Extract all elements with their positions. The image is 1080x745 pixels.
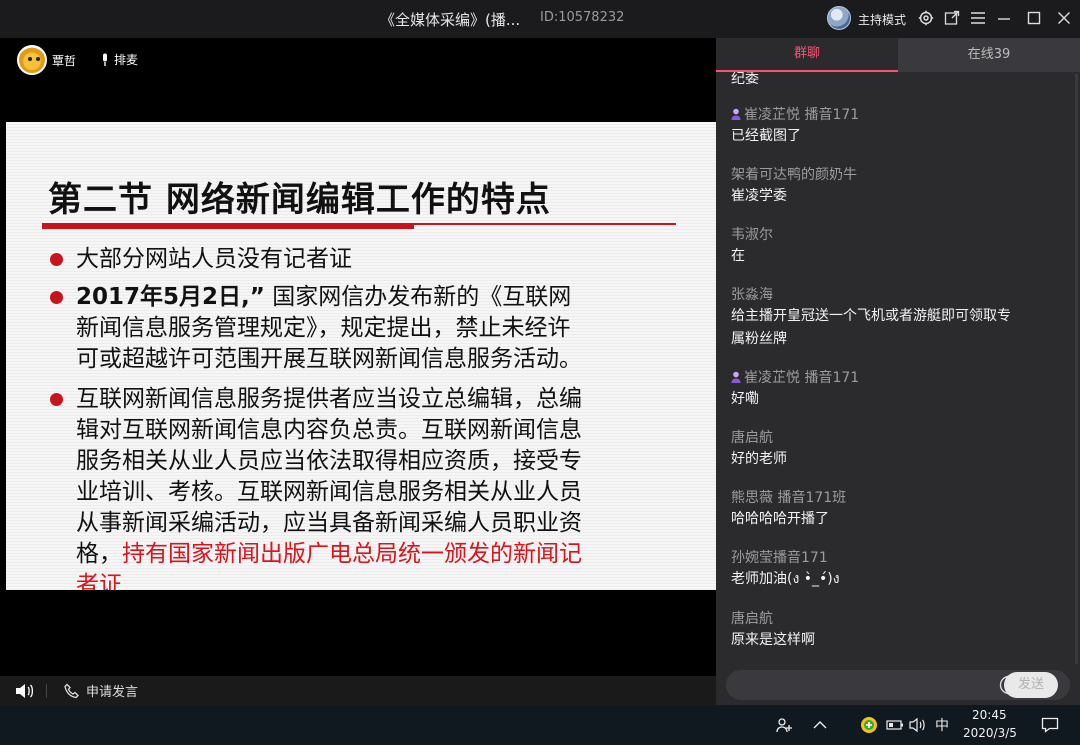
slide-bullet-2-line2: 新闻信息服务管理规定》，规定提出，禁止未经许 (76, 315, 571, 341)
chat-author-name: 崔凌芷悦 播音171 (744, 370, 860, 386)
menu-icon[interactable] (968, 8, 988, 28)
chat-message-text: 崔凌学委 (731, 188, 787, 204)
chat-message-author: 孙婉莹播音171 (731, 550, 828, 566)
chat-message-author: 韦淑尔 (731, 227, 773, 243)
bullet-dot (50, 253, 63, 266)
tab-group-chat-label: 群聊 (793, 46, 820, 61)
apply-speak-label: 申请发言 (86, 685, 139, 700)
chat-message-text: 在 (731, 248, 745, 264)
maximize-icon[interactable] (1024, 8, 1044, 28)
microphone-icon (103, 53, 107, 66)
chat-message-author: 崔凌芷悦 播音171 (731, 367, 859, 387)
presentation-slide: 第二节 网络新闻编辑工作的特点 大部分网站人员没有记者证 2017年5月2日,”… (6, 122, 716, 590)
slide-bullet-3-line7: 者证 (76, 572, 122, 590)
volume-icon[interactable] (14, 682, 34, 700)
minimize-icon[interactable] (994, 8, 1014, 28)
chat-scrollbar[interactable] (1075, 74, 1078, 664)
chat-message-author: 架着可达鸭的颜奶牛 (731, 167, 857, 183)
slide-bullet-3-line2: 辑对互联网新闻信息内容负总责。互联网新闻信息 (76, 417, 582, 443)
slide-bullet-2-text: 国家网信办发布新的《互联网 (272, 284, 572, 310)
close-icon[interactable] (1054, 8, 1074, 28)
slide-bullet-1: 大部分网站人员没有记者证 (76, 246, 352, 272)
slide-title-underline (42, 223, 414, 229)
teacher-badge-icon (731, 108, 741, 120)
chat-message-text: 老师加油(ง •̀_•́)ง (731, 571, 840, 587)
slide-text-highlight: 持有国家新闻出版广电总局统一颁发的新闻记 (122, 541, 582, 567)
slide-date-bold: 2017年5月2日,” (76, 284, 265, 310)
chat-author-name: 崔凌芷悦 播音171 (744, 107, 860, 123)
slide-title-underline-thin (414, 223, 676, 225)
send-button[interactable]: 发送 (1004, 672, 1058, 698)
app-tray-icon[interactable] (860, 715, 878, 735)
mic-queue-button[interactable]: 排麦 (100, 51, 138, 68)
ime-indicator[interactable]: 中 (933, 715, 951, 735)
chat-message-text: 纪委 (731, 72, 759, 87)
speaker-icon[interactable] (909, 715, 929, 735)
room-id: ID:10578232 (540, 10, 625, 25)
slide-bullet-3-line3: 服务相关从业人员应当依法取得相应资质，接受专 (76, 448, 582, 474)
slide-bullet-3-line5: 从事新闻采编活动，应当具备新闻采编人员职业资 (76, 510, 582, 536)
chat-message-text: 哈哈哈哈开播了 (731, 511, 829, 527)
people-icon[interactable] (776, 715, 794, 735)
settings-gear-icon[interactable] (916, 8, 936, 28)
slide-text-normal: 格， (76, 541, 122, 567)
chat-message-author: 唐启航 (731, 430, 773, 446)
chat-message-text: 好嘞 (731, 391, 759, 407)
notification-icon[interactable] (1040, 715, 1060, 735)
chat-message-author: 熊思薇 播音171班 (731, 490, 847, 506)
title-bar: 《全媒体采编》(播... ID:10578232 主持模式 (0, 0, 1080, 38)
bullet-dot (50, 393, 63, 406)
tab-online-label: 在线39 (967, 47, 1011, 62)
clock-date[interactable]: 2020/3/5 (963, 726, 1017, 740)
slide-bullet-3-line1: 互联网新闻信息服务提供者应当设立总编辑，总编 (76, 386, 582, 412)
chat-message-author: 唐启航 (731, 611, 773, 627)
slide-bullet-3-line6: 格，持有国家新闻出版广电总局统一颁发的新闻记 (76, 539, 582, 570)
video-controls: 申请发言 (0, 676, 716, 705)
divider (46, 684, 47, 698)
teacher-badge-icon (731, 371, 741, 383)
chat-message-text: 已经截图了 (731, 128, 801, 144)
chat-panel: 群聊 在线39 纪委 崔凌芷悦 播音171 已经截图了 架着可达鸭的颜奶牛 崔凌… (716, 38, 1080, 705)
chat-message-text: 好的老师 (731, 451, 787, 467)
slide-bullet-2-line1: 2017年5月2日,” 国家网信办发布新的《互联网 (76, 282, 571, 313)
slide-bullet-2-line3: 可或超越许可范围开展互联网新闻信息服务活动。 (76, 346, 582, 372)
phone-icon (64, 683, 79, 698)
chat-message-text-cont: 属粉丝牌 (731, 331, 787, 347)
chat-message-author: 张淼海 (731, 287, 773, 303)
popout-icon[interactable] (942, 8, 962, 28)
host-avatar[interactable] (827, 6, 851, 30)
chat-message-text: 给主播开皇冠送一个飞机或者游艇即可领取专 (731, 308, 1011, 324)
slide-bullet-3-line4: 业培训、考核。互联网新闻信息服务相关从业人员 (76, 479, 582, 505)
chevron-up-icon[interactable] (812, 715, 828, 735)
chat-message-list[interactable]: 纪委 崔凌芷悦 播音171 已经截图了 架着可达鸭的颜奶牛 崔凌学委 韦淑尔 在… (716, 72, 1080, 666)
tab-group-chat[interactable]: 群聊 (716, 38, 898, 72)
clock-time[interactable]: 20:45 (972, 708, 1007, 722)
chat-message-text: 原来是这样啊 (731, 632, 815, 648)
teacher-avatar[interactable] (17, 45, 47, 75)
battery-icon[interactable] (886, 715, 904, 735)
window-title: 《全媒体采编》(播... (380, 11, 521, 29)
windows-taskbar: 中 20:45 2020/3/5 (0, 705, 1080, 745)
teacher-name: 覃哲 (52, 54, 77, 68)
tab-online-users[interactable]: 在线39 (898, 38, 1080, 72)
chat-message-author: 崔凌芷悦 播音171 (731, 104, 859, 124)
apply-speak-button[interactable]: 申请发言 (64, 681, 138, 700)
host-mode-button[interactable]: 主持模式 (858, 11, 906, 28)
slide-title: 第二节 网络新闻编辑工作的特点 (48, 180, 551, 220)
mic-queue-label: 排麦 (114, 53, 139, 67)
bullet-dot (50, 291, 63, 304)
